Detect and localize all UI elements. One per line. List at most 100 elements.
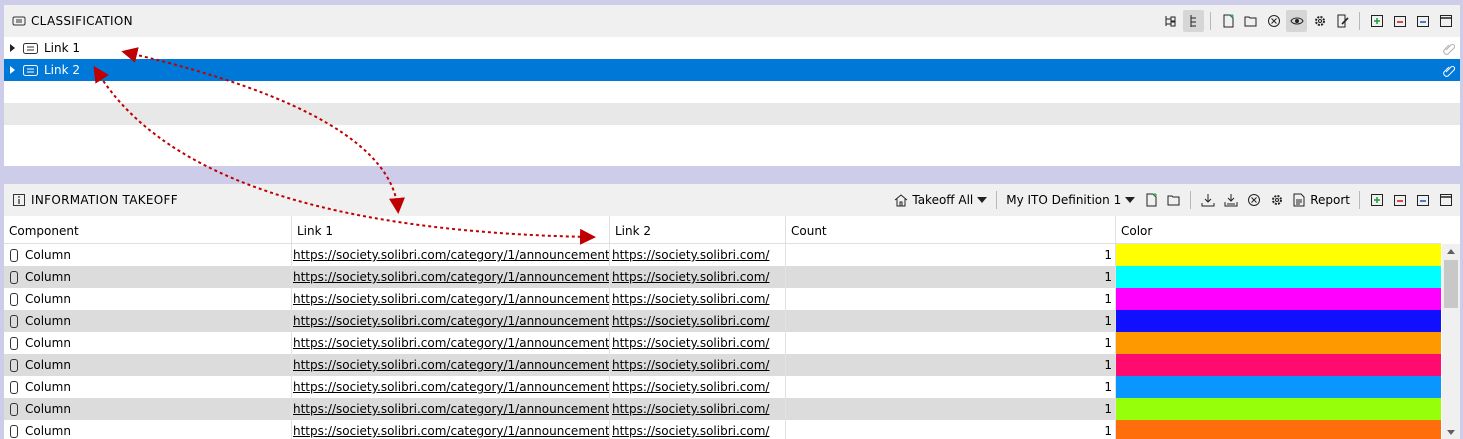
column-icon xyxy=(10,314,18,328)
link-1-cell: https://society.solibri.com/category/1/a… xyxy=(292,420,610,439)
tree-hierarchy-icon[interactable] xyxy=(1183,10,1204,32)
add-panel-icon[interactable] xyxy=(1366,189,1387,211)
column-icon xyxy=(10,402,18,416)
remove-panel-icon[interactable] xyxy=(1389,189,1410,211)
link-2-hyperlink[interactable]: https://society.solibri.com/ xyxy=(612,402,769,416)
classification-title: CLASSIFICATION xyxy=(12,14,133,28)
component-name: Column xyxy=(25,336,71,350)
edit-document-icon[interactable] xyxy=(1332,10,1353,32)
column-icon xyxy=(10,270,18,284)
classification-icon xyxy=(23,64,38,76)
download-icon[interactable] xyxy=(1197,189,1218,211)
link-1-hyperlink[interactable]: https://society.solibri.com/category/1/a… xyxy=(293,336,609,350)
link-1-hyperlink[interactable]: https://society.solibri.com/category/1/a… xyxy=(293,270,609,284)
link-1-cell: https://society.solibri.com/category/1/a… xyxy=(292,332,610,354)
panel-settings-icon[interactable] xyxy=(1412,189,1433,211)
component-cell: Column xyxy=(4,244,292,266)
link-2-hyperlink[interactable]: https://society.solibri.com/ xyxy=(612,292,769,306)
table-row[interactable]: Column https://society.solibri.com/catego… xyxy=(4,244,1441,266)
table-row[interactable]: Column https://society.solibri.com/catego… xyxy=(4,310,1441,332)
link-2-hyperlink[interactable]: https://society.solibri.com/ xyxy=(612,270,769,284)
column-icon xyxy=(10,380,18,394)
new-document-icon[interactable] xyxy=(1217,10,1238,32)
takeoff-all-dropdown[interactable]: Takeoff All xyxy=(891,193,990,207)
link-1-hyperlink[interactable]: https://society.solibri.com/category/1/a… xyxy=(293,424,609,438)
table-row[interactable]: Column https://society.solibri.com/catego… xyxy=(4,332,1441,354)
eye-icon[interactable] xyxy=(1286,10,1307,32)
component-name: Column xyxy=(25,314,71,328)
link-1-hyperlink[interactable]: https://society.solibri.com/category/1/a… xyxy=(293,358,609,372)
classification-icon xyxy=(23,42,38,54)
gear-icon[interactable] xyxy=(1309,10,1330,32)
classification-title-text: CLASSIFICATION xyxy=(31,14,133,28)
link-2-hyperlink[interactable]: https://society.solibri.com/ xyxy=(612,314,769,328)
table-row[interactable]: Column https://society.solibri.com/catego… xyxy=(4,420,1441,439)
maximize-icon[interactable] xyxy=(1435,189,1456,211)
column-icon xyxy=(10,358,18,372)
component-name: Column xyxy=(25,270,71,284)
link-2-hyperlink[interactable]: https://society.solibri.com/ xyxy=(612,358,769,372)
link-1-hyperlink[interactable]: https://society.solibri.com/category/1/a… xyxy=(293,248,609,262)
table-row[interactable]: Column https://society.solibri.com/catego… xyxy=(4,398,1441,420)
classification-toolbar xyxy=(1160,9,1456,33)
tree-item-link-2[interactable]: Link 2 xyxy=(4,59,1460,81)
table-row[interactable]: Column https://society.solibri.com/catego… xyxy=(4,376,1441,398)
add-panel-icon[interactable] xyxy=(1366,10,1387,32)
close-circle-icon[interactable] xyxy=(1263,10,1284,32)
toolbar-separator xyxy=(1190,191,1192,209)
link-2-cell: https://society.solibri.com/ xyxy=(610,376,786,398)
ito-title-text: INFORMATION TAKEOFF xyxy=(31,193,178,207)
scroll-down-arrow-icon[interactable] xyxy=(1447,430,1455,435)
vertical-scrollbar[interactable] xyxy=(1442,244,1460,439)
table-row[interactable]: Column https://society.solibri.com/catego… xyxy=(4,354,1441,376)
count-cell: 1 xyxy=(786,310,1116,332)
ito-definition-dropdown[interactable]: My ITO Definition 1 xyxy=(1003,193,1138,207)
link-1-cell: https://society.solibri.com/category/1/a… xyxy=(292,310,610,332)
expand-arrow-icon[interactable] xyxy=(10,44,15,52)
color-swatch xyxy=(1116,244,1441,266)
table-row[interactable]: Column https://society.solibri.com/catego… xyxy=(4,288,1441,310)
gear-icon[interactable] xyxy=(1266,189,1287,211)
component-cell: Column xyxy=(4,398,292,420)
link-2-hyperlink[interactable]: https://society.solibri.com/ xyxy=(612,380,769,394)
takeoff-all-label: Takeoff All xyxy=(912,193,974,207)
panel-settings-icon[interactable] xyxy=(1412,10,1433,32)
link-2-hyperlink[interactable]: https://society.solibri.com/ xyxy=(612,336,769,350)
paperclip-icon[interactable] xyxy=(1442,41,1456,55)
link-1-cell: https://society.solibri.com/category/1/a… xyxy=(292,398,610,420)
link-2-hyperlink[interactable]: https://society.solibri.com/ xyxy=(612,248,769,262)
expand-arrow-icon[interactable] xyxy=(10,66,15,74)
ito-header: INFORMATION TAKEOFF Takeoff All My ITO D… xyxy=(4,184,1460,216)
link-1-hyperlink[interactable]: https://society.solibri.com/category/1/a… xyxy=(293,292,609,306)
tree-item-link-1[interactable]: Link 1 xyxy=(4,37,1460,59)
color-swatch xyxy=(1116,420,1441,439)
column-header-link-1[interactable]: Link 1 xyxy=(292,216,610,243)
remove-panel-icon[interactable] xyxy=(1389,10,1410,32)
scrollbar-thumb[interactable] xyxy=(1444,260,1458,308)
link-1-cell: https://society.solibri.com/category/1/a… xyxy=(292,266,610,288)
column-header-link-2[interactable]: Link 2 xyxy=(610,216,786,243)
home-icon xyxy=(895,194,908,207)
close-circle-icon[interactable] xyxy=(1243,189,1264,211)
maximize-icon[interactable] xyxy=(1435,10,1456,32)
link-1-hyperlink[interactable]: https://society.solibri.com/category/1/a… xyxy=(293,314,609,328)
toolbar-separator xyxy=(996,191,998,209)
download-all-icon[interactable] xyxy=(1220,189,1241,211)
paperclip-icon[interactable] xyxy=(1442,63,1456,77)
link-1-hyperlink[interactable]: https://society.solibri.com/category/1/a… xyxy=(293,402,609,416)
new-document-icon[interactable] xyxy=(1140,189,1161,211)
link-1-hyperlink[interactable]: https://society.solibri.com/category/1/a… xyxy=(293,380,609,394)
scroll-up-arrow-icon[interactable] xyxy=(1447,249,1455,254)
report-button[interactable]: Report xyxy=(1289,193,1353,207)
open-folder-icon[interactable] xyxy=(1240,10,1261,32)
open-folder-icon[interactable] xyxy=(1163,189,1184,211)
column-header-component[interactable]: Component xyxy=(4,216,292,243)
link-2-cell: https://society.solibri.com/ xyxy=(610,288,786,310)
component-cell: Column xyxy=(4,288,292,310)
table-row[interactable]: Column https://society.solibri.com/catego… xyxy=(4,266,1441,288)
column-header-color[interactable]: Color xyxy=(1116,216,1441,243)
column-header-count[interactable]: Count xyxy=(786,216,1116,243)
tree-structure-icon[interactable] xyxy=(1160,10,1181,32)
component-cell: Column xyxy=(4,376,292,398)
link-2-hyperlink[interactable]: https://society.solibri.com/ xyxy=(612,424,769,438)
